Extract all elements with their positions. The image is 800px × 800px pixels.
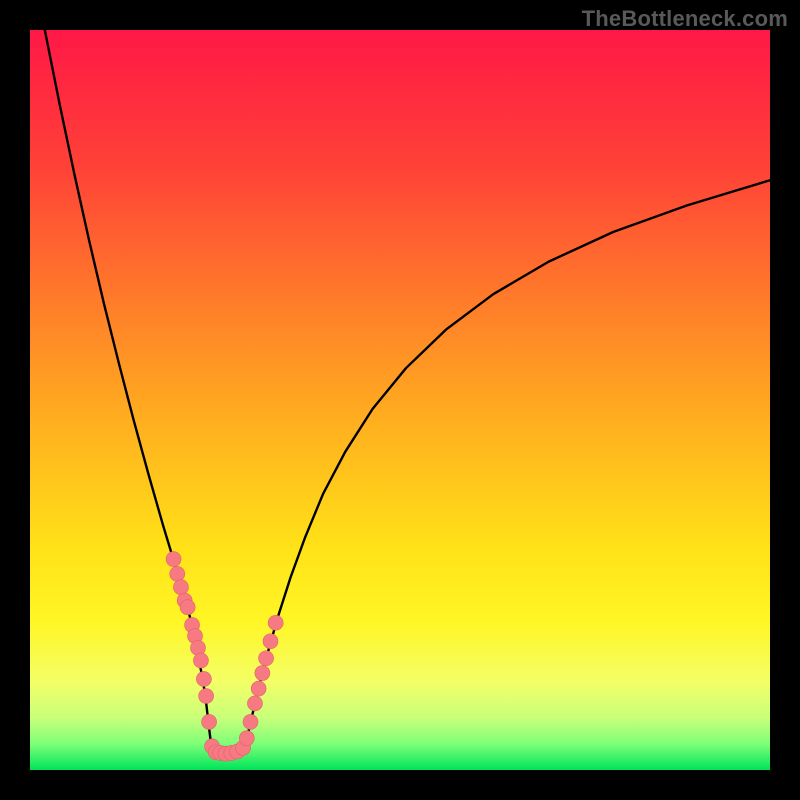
data-point	[202, 714, 217, 729]
data-point	[173, 580, 188, 595]
data-point	[247, 696, 262, 711]
gradient-background	[30, 30, 770, 770]
watermark-text: TheBottleneck.com	[582, 6, 788, 32]
data-point	[268, 615, 283, 630]
data-point	[259, 651, 274, 666]
data-point	[263, 634, 278, 649]
data-point	[199, 689, 214, 704]
chart-stage: TheBottleneck.com	[0, 0, 800, 800]
plot-area	[30, 30, 770, 770]
data-point	[196, 671, 211, 686]
data-point	[166, 552, 181, 567]
data-point	[251, 681, 266, 696]
data-point	[170, 566, 185, 581]
data-point	[193, 653, 208, 668]
data-point	[243, 714, 258, 729]
data-point	[255, 666, 270, 681]
data-point	[180, 600, 195, 615]
chart-svg	[30, 30, 770, 770]
data-point	[239, 731, 254, 746]
